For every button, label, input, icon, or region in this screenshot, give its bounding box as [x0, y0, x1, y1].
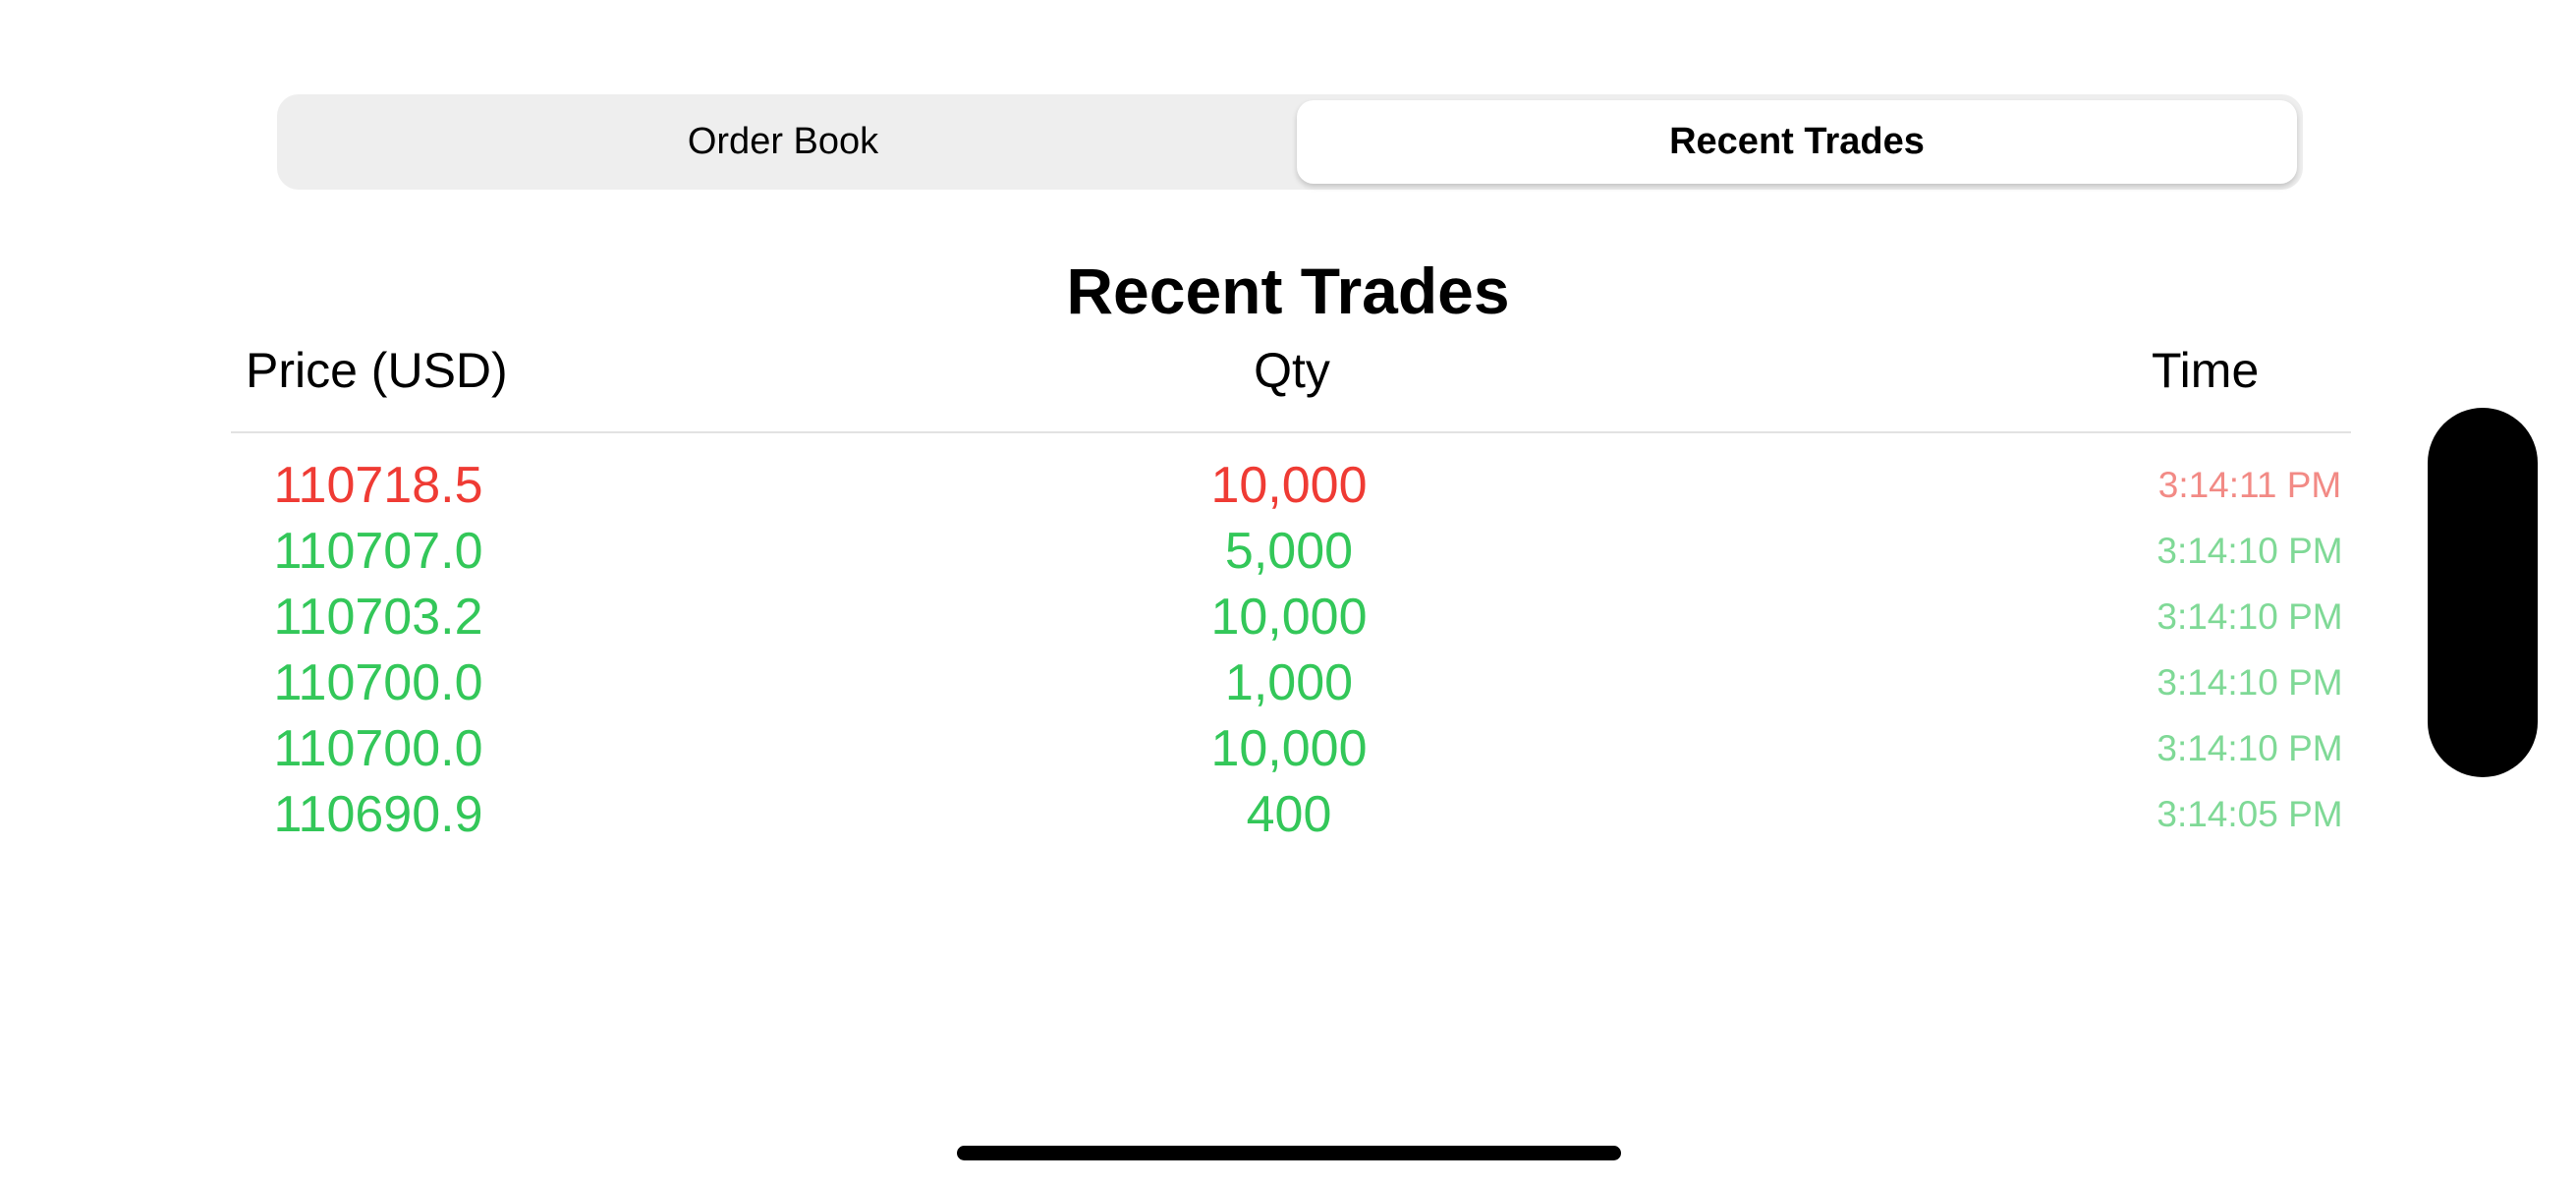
trade-time: 3:14:10 PM	[2156, 727, 2343, 768]
trade-time: 3:14:10 PM	[2156, 595, 2343, 637]
sensor-housing-pill	[2428, 408, 2538, 777]
trade-row: 110707.0 5,000 3:14:10 PM	[0, 518, 2576, 584]
trade-price: 110690.9	[273, 785, 483, 843]
column-header-price: Price (USD)	[246, 343, 508, 398]
trade-qty: 5,000	[1224, 522, 1354, 580]
trade-time: 3:14:11 PM	[2157, 464, 2342, 505]
trade-price: 110703.2	[273, 588, 483, 646]
recent-trades-screen: Order Book Recent Trades Recent Trades P…	[0, 0, 2576, 1185]
tab-recent-trades[interactable]: Recent Trades	[1297, 100, 2297, 184]
trade-row: 110700.0 10,000 3:14:10 PM	[0, 715, 2576, 781]
trade-price: 110718.5	[273, 456, 483, 514]
column-header-qty: Qty	[1254, 343, 1330, 398]
trade-time: 3:14:05 PM	[2156, 793, 2343, 834]
trade-qty: 1,000	[1224, 653, 1354, 711]
page-title: Recent Trades	[1066, 254, 1510, 327]
trade-qty: 10,000	[1210, 719, 1368, 777]
trade-row: 110718.5 10,000 3:14:11 PM	[0, 452, 2576, 518]
trade-time: 3:14:10 PM	[2156, 661, 2343, 703]
trade-time: 3:14:10 PM	[2156, 530, 2343, 571]
tab-segmented-control: Order Book Recent Trades	[277, 94, 2303, 190]
trade-qty: 10,000	[1210, 456, 1368, 514]
trade-price: 110707.0	[273, 522, 483, 580]
trade-price: 110700.0	[273, 653, 483, 711]
trade-qty: 400	[1246, 785, 1332, 843]
trades-list: 110718.5 10,000 3:14:11 PM 110707.0 5,00…	[0, 452, 2576, 847]
trade-row: 110703.2 10,000 3:14:10 PM	[0, 584, 2576, 649]
trade-row: 110700.0 1,000 3:14:10 PM	[0, 649, 2576, 715]
column-header-time: Time	[2152, 343, 2260, 398]
tab-order-book[interactable]: Order Book	[283, 100, 1283, 184]
home-indicator[interactable]	[957, 1146, 1621, 1160]
trade-row: 110690.9 400 3:14:05 PM	[0, 781, 2576, 847]
trade-qty: 10,000	[1210, 588, 1368, 646]
trade-price: 110700.0	[273, 719, 483, 777]
header-divider	[231, 431, 2351, 433]
